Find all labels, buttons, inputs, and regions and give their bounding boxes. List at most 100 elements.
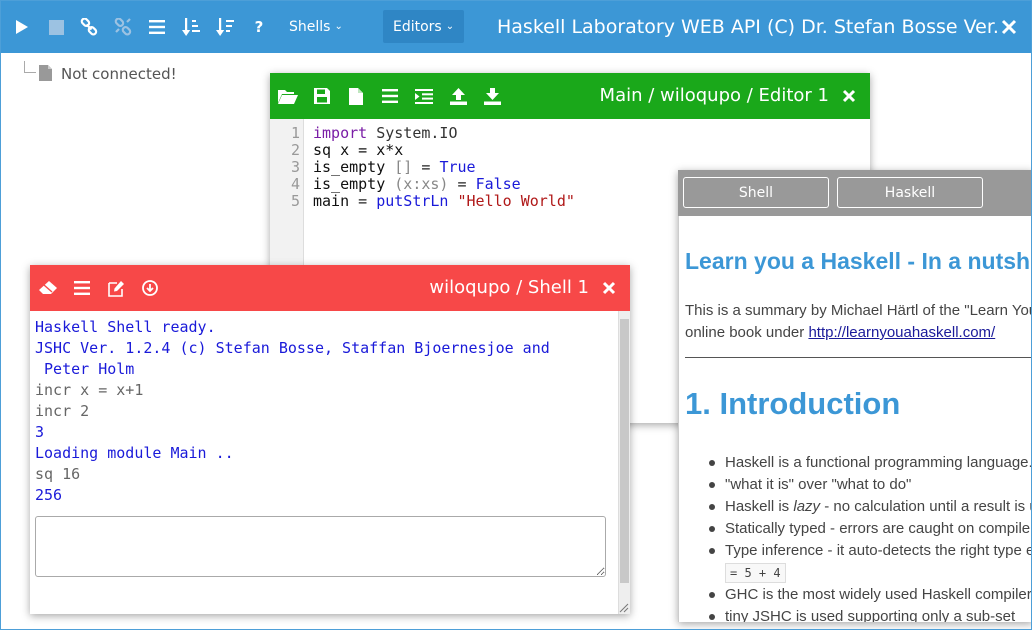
new-file-icon: [349, 87, 363, 105]
code-token: System.IO: [376, 124, 458, 142]
shell-output-line: 3: [35, 423, 45, 441]
shell-command-input[interactable]: [35, 516, 606, 577]
list-item: Haskell is lazy - no calculation until a…: [705, 496, 1031, 518]
code-token: (x:xs): [394, 175, 449, 193]
code-token: main: [313, 192, 350, 210]
edit-button[interactable]: [104, 276, 128, 300]
link-icon: [80, 18, 98, 36]
save-icon: [314, 88, 330, 104]
folder-open-icon: [278, 90, 298, 104]
upload-button[interactable]: [446, 84, 470, 108]
app-title: Haskell Laboratory WEB API (C) Dr. Stefa…: [497, 16, 999, 38]
shells-menu[interactable]: Shells ⌄: [279, 10, 353, 43]
list-item: = 5 + 4: [705, 562, 1031, 584]
tab-haskell-label: Haskell: [884, 184, 936, 201]
code-token: []: [394, 158, 413, 176]
code-text: is_empty (x:xs) = False: [313, 176, 521, 193]
shell-output-line: Haskell Shell ready.: [35, 318, 216, 336]
line-number: 4: [290, 175, 300, 193]
sort-descending-button[interactable]: [208, 1, 242, 53]
shell-output: Haskell Shell ready. JSHC Ver. 1.2.4 (c) …: [30, 311, 618, 506]
list-icon: [382, 89, 398, 103]
connect-button[interactable]: [72, 1, 106, 53]
code-token: import: [313, 124, 377, 142]
doc-intro-line: This is a summary by Michael Härtl of th…: [685, 302, 1031, 319]
shell-scrollbar[interactable]: [618, 311, 630, 614]
list-icon: [74, 281, 90, 295]
doc-intro: This is a summary by Michael Härtl of th…: [685, 300, 1031, 344]
sort-ascending-button[interactable]: [174, 1, 208, 53]
doc-divider: [685, 357, 1031, 358]
doc-intro-link[interactable]: http://learnyouahaskell.com/: [808, 324, 995, 341]
list-item-text: GHC is the most widely used Haskell comp…: [725, 586, 1032, 603]
code-text: import System.IO: [313, 125, 458, 142]
shell-output-line: incr x = x+1: [35, 381, 144, 399]
code-token: "Hello World": [457, 192, 575, 210]
close-icon: [842, 89, 856, 103]
unlink-icon: [114, 18, 132, 36]
section-title: 1. Introduction: [685, 386, 901, 421]
shell-output-line: 256: [35, 486, 63, 504]
app-window: ? Shells ⌄ Editors ⌄ Haskell Laboratory …: [0, 0, 1032, 630]
close-app-button[interactable]: [999, 17, 1019, 37]
download-icon: [483, 87, 501, 105]
new-file-button[interactable]: [344, 84, 368, 108]
tab-haskell[interactable]: Haskell: [837, 177, 983, 208]
doc-heading: Learn you a Haskell - In a nutshell: [685, 248, 1032, 274]
emphasis: lazy: [793, 498, 821, 515]
list-item-text: - no calculation until a result is used: [824, 498, 1031, 515]
indent-icon: [415, 88, 433, 104]
intro-bullet-list: Haskell is a functional programming lang…: [705, 452, 1032, 622]
list-item-text: Haskell is: [725, 498, 794, 515]
documentation-window: Shell Haskell Learn you a Haskell - In a…: [678, 170, 1032, 622]
list-item-text: tiny JSHC is used supporting only a sub-…: [725, 608, 1016, 622]
code-text: main = putStrLn "Hello World": [313, 193, 575, 210]
list-item: GHC is the most widely used Haskell comp…: [705, 584, 1032, 606]
line-number: 5: [290, 192, 300, 210]
shell-output-line: Loading module Main ..: [35, 444, 234, 462]
close-editor-button[interactable]: [839, 86, 859, 106]
tab-shell-label: Shell: [738, 184, 774, 201]
indent-button[interactable]: [412, 84, 436, 108]
code-line[interactable]: 1 import System.IO: [270, 125, 870, 142]
list-item-text: Haskell is a functional programming lang…: [725, 454, 1032, 471]
upload-icon: [449, 87, 467, 105]
code-token: =: [448, 175, 476, 193]
scrollbar-thumb[interactable]: [620, 319, 629, 583]
open-file-button[interactable]: [276, 84, 300, 108]
shell-header[interactable]: wiloqupo / Shell 1: [30, 265, 630, 311]
code-token: True: [439, 158, 476, 176]
editor-header[interactable]: Main / wiloqupo / Editor 1: [270, 73, 870, 119]
shell-window: wiloqupo / Shell 1 Haskell Shell ready. J…: [30, 265, 630, 614]
sort-descending-icon: [216, 18, 234, 36]
stop-button[interactable]: [39, 1, 73, 53]
inline-code: = 5 + 4: [725, 563, 786, 583]
shell-output-line: incr 2: [35, 402, 90, 420]
list-button[interactable]: [378, 84, 402, 108]
run-button[interactable]: [5, 1, 39, 53]
tab-shell[interactable]: Shell: [683, 177, 829, 208]
shell-output-line: sq 16: [35, 465, 81, 483]
list-item: "what it is" over "what to do": [705, 474, 1031, 496]
code-token: sq x = x*x: [313, 141, 404, 159]
doc-header: Shell Haskell: [678, 170, 1031, 216]
list-button[interactable]: [70, 276, 94, 300]
code-token: putStrLn: [376, 192, 449, 210]
download-button[interactable]: [138, 276, 162, 300]
close-shell-button[interactable]: [599, 278, 619, 298]
editors-menu[interactable]: Editors ⌄: [383, 10, 465, 43]
play-icon: [16, 20, 28, 34]
disconnect-button[interactable]: [106, 1, 140, 53]
code-line[interactable]: 2 sq x = x*x: [270, 142, 870, 159]
help-button[interactable]: ?: [242, 1, 276, 53]
resize-grip-icon[interactable]: [619, 603, 629, 613]
top-toolbar: ? Shells ⌄ Editors ⌄ Haskell Laboratory …: [1, 1, 1031, 53]
sort-ascending-icon: [182, 18, 200, 36]
shell-output-line: Peter Holm: [35, 360, 135, 378]
download-button[interactable]: [480, 84, 504, 108]
code-token: =: [349, 192, 377, 210]
list-button[interactable]: [140, 1, 174, 53]
save-button[interactable]: [310, 84, 334, 108]
clear-button[interactable]: [36, 276, 60, 300]
